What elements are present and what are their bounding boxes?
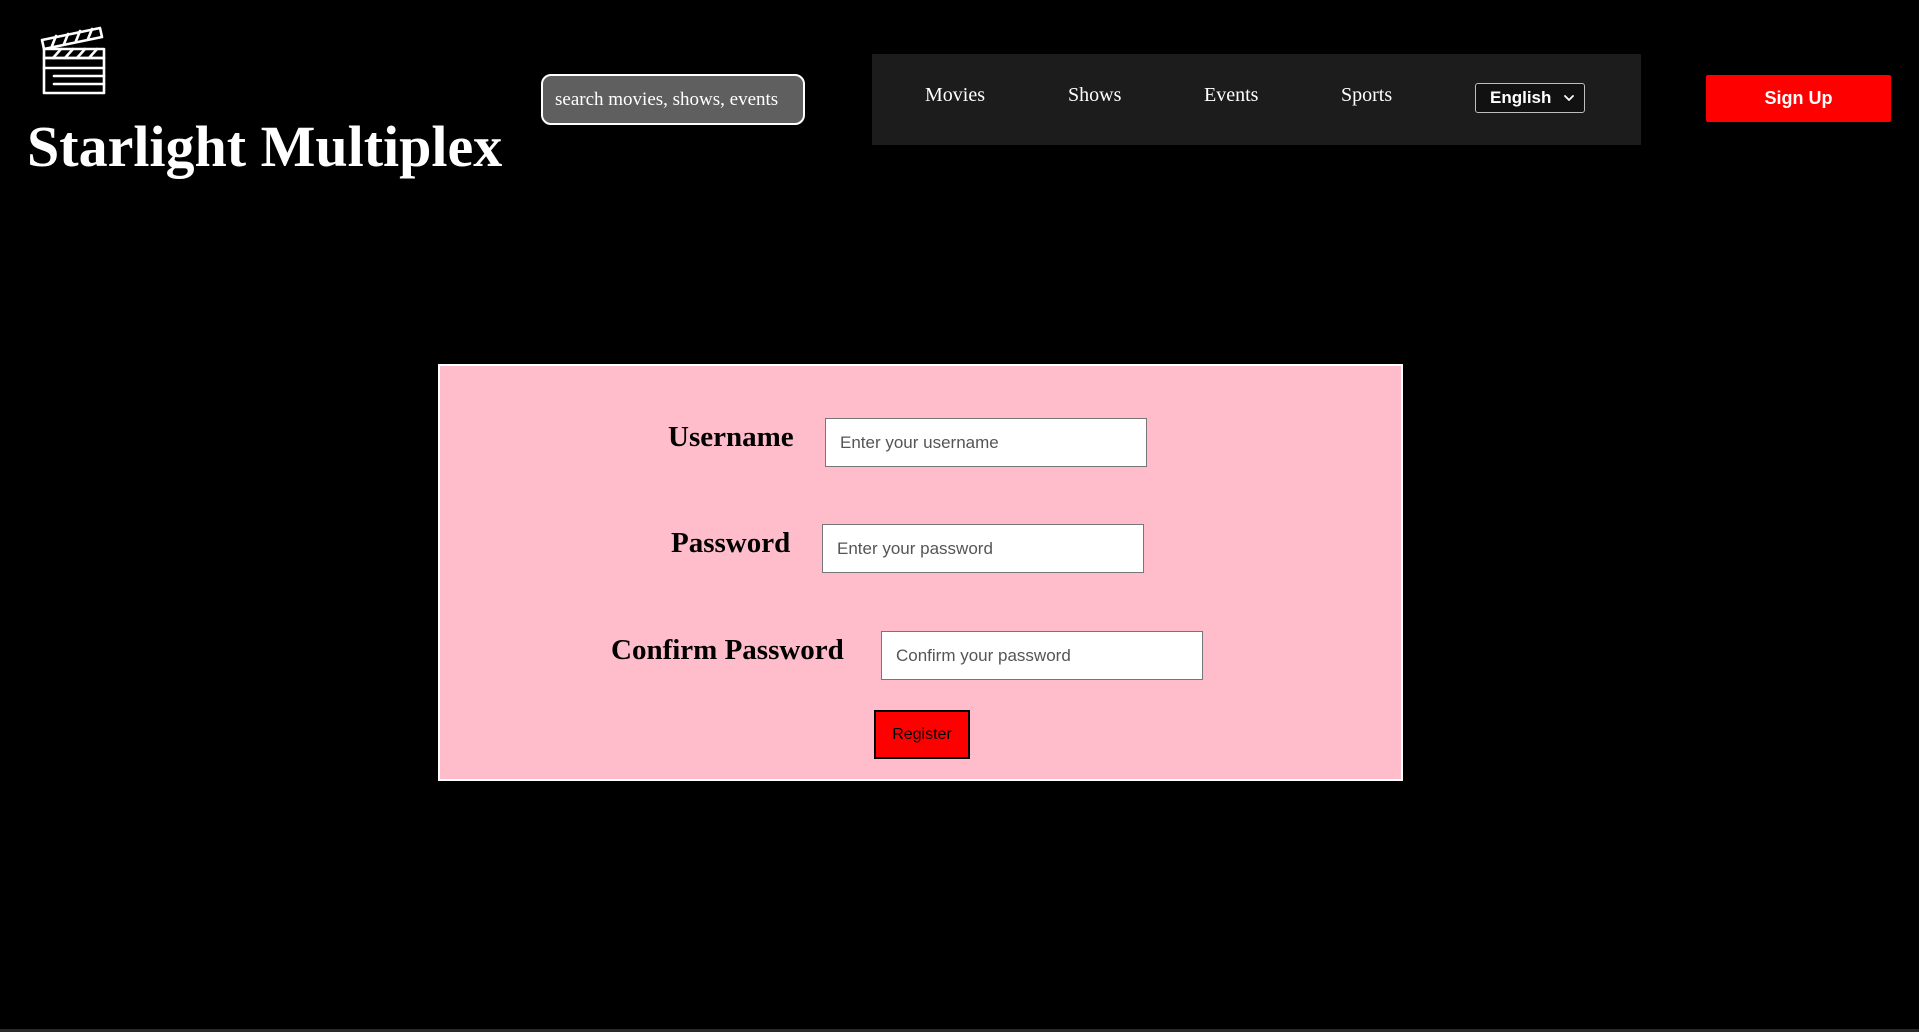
username-field[interactable]: [825, 418, 1147, 467]
nav-link-movies[interactable]: Movies: [925, 54, 985, 136]
nav-link-shows[interactable]: Shows: [1068, 54, 1121, 136]
username-label: Username: [668, 421, 794, 453]
signup-button[interactable]: Sign Up: [1706, 75, 1891, 122]
confirm-password-label: Confirm Password: [611, 634, 844, 666]
clapperboard-icon: [40, 26, 106, 95]
page: Starlight Multiplex Movies Shows Events …: [0, 0, 1919, 1032]
chevron-down-icon: [1564, 95, 1574, 101]
confirm-password-field[interactable]: [881, 631, 1203, 680]
search-input[interactable]: [541, 74, 805, 125]
register-button[interactable]: Register: [874, 710, 970, 759]
nav-link-sports[interactable]: Sports: [1341, 54, 1392, 136]
language-selected-value: English: [1490, 88, 1552, 107]
nav-bar: Movies Shows Events Sports English: [872, 54, 1641, 145]
password-label: Password: [671, 527, 791, 559]
language-select[interactable]: English: [1475, 83, 1585, 113]
password-field[interactable]: [822, 524, 1144, 573]
nav-link-events[interactable]: Events: [1204, 54, 1258, 136]
registration-form: Username Password Confirm Password Regis…: [438, 364, 1403, 781]
brand-title: Starlight Multiplex: [27, 114, 503, 179]
